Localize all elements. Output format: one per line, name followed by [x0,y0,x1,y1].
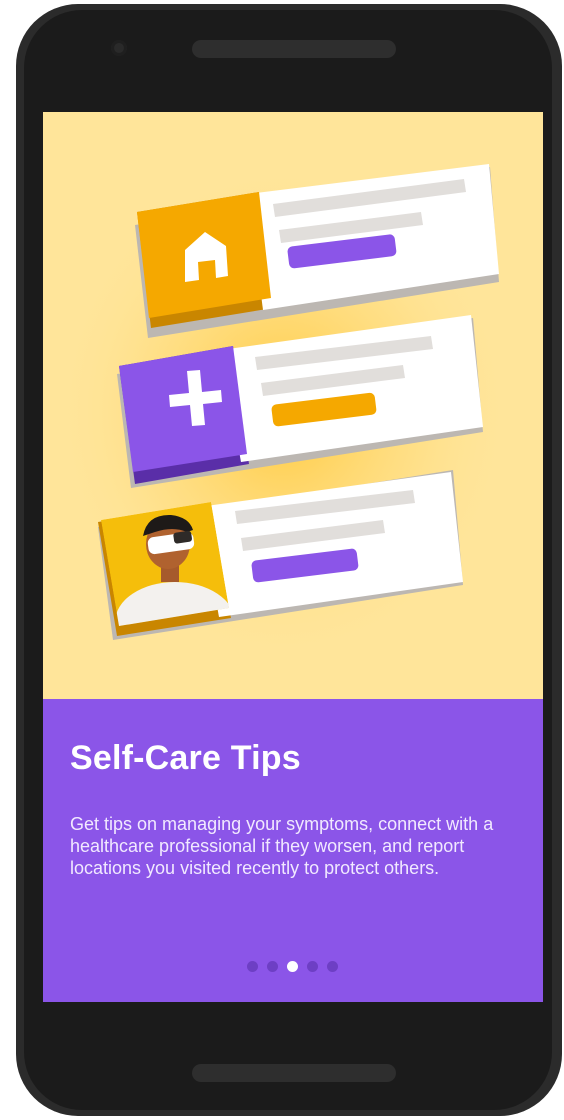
hero-illustration [43,112,543,699]
pagination-dot-1[interactable] [247,961,258,972]
page-description: Get tips on managing your symptoms, conn… [70,814,494,878]
front-camera [111,40,127,56]
pagination-dot-4[interactable] [307,961,318,972]
onboarding-screen[interactable]: Self-Care Tips Get tips on managing your… [43,112,543,1002]
pagination-dot-5[interactable] [327,961,338,972]
bottom-speaker [192,1064,396,1082]
pagination-dot-3-active[interactable] [287,961,298,972]
earpiece-speaker [192,40,396,58]
pagination-dot-2[interactable] [267,961,278,972]
info-panel: Self-Care Tips Get tips on managing your… [43,699,543,1002]
page-title: Self-Care Tips [70,739,301,777]
pagination-dots[interactable] [247,961,338,973]
illustration-svg [53,162,513,662]
